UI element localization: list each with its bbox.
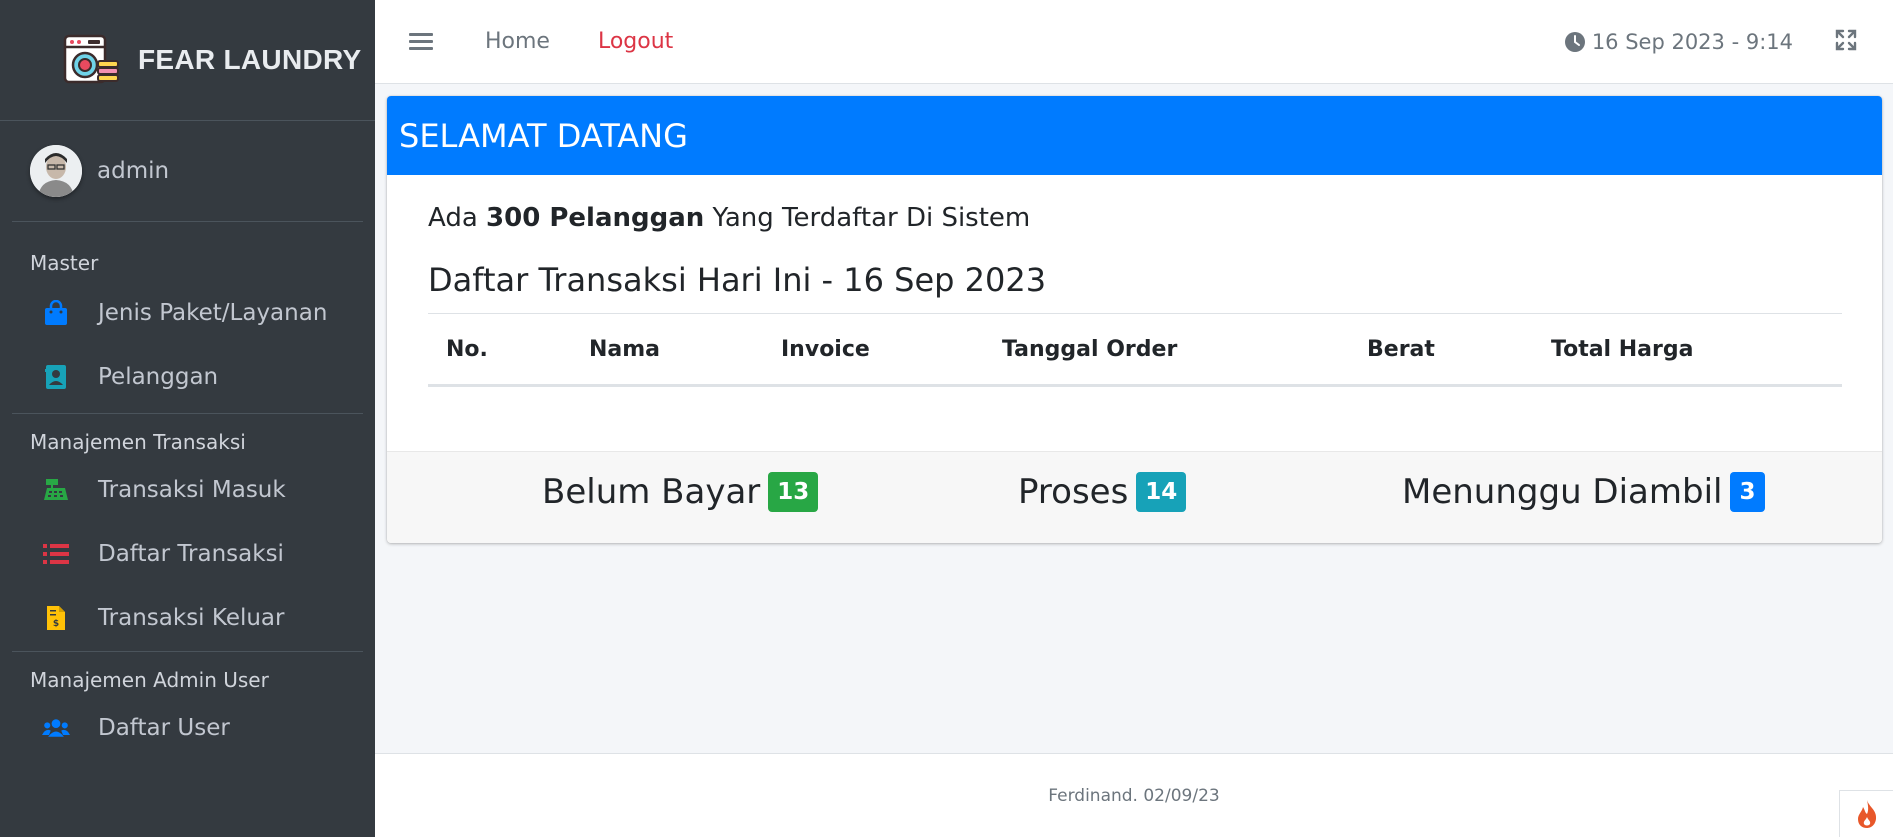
- col-header-no[interactable]: No.: [428, 313, 571, 387]
- card-body: Ada 300 Pelanggan Yang Terdaftar Di Sist…: [387, 175, 1882, 451]
- sidebar-item-label: Jenis Paket/Layanan: [98, 300, 328, 326]
- sidebar-item-label: Transaksi Keluar: [98, 605, 285, 631]
- nav-header-admin: Manajemen Admin User: [30, 668, 269, 692]
- top-navbar: Home Logout 16 Sep 2023 - 9:14: [375, 0, 1893, 84]
- users-icon: [42, 714, 70, 742]
- sidebar-item-transaksi-keluar[interactable]: $ Transaksi Keluar: [0, 586, 375, 650]
- clock-icon: [1564, 31, 1585, 52]
- fullscreen-icon[interactable]: [1835, 29, 1857, 55]
- lead-prefix: Ada: [428, 203, 487, 233]
- stat-proses: Proses 14: [1018, 472, 1187, 512]
- col-header-total-harga[interactable]: Total Harga: [1533, 313, 1842, 387]
- nav-logout-link[interactable]: Logout: [598, 29, 673, 54]
- card-header-title: SELAMAT DATANG: [387, 96, 1882, 175]
- sidebar-item-jenis-paket[interactable]: Jenis Paket/Layanan: [0, 281, 375, 345]
- sidebar-item-transaksi-masuk[interactable]: Transaksi Masuk: [0, 458, 375, 522]
- status-badge: 3: [1730, 472, 1765, 512]
- stat-menunggu-diambil: Menunggu Diambil 3: [1402, 472, 1765, 512]
- stat-label: Belum Bayar: [542, 472, 761, 512]
- shopping-bag-icon: [42, 299, 70, 327]
- stat-label: Proses: [1018, 472, 1129, 512]
- list-icon: [42, 540, 70, 568]
- sidebar: FEAR LAUNDRY admin Master Jenis Paket/La…: [0, 0, 375, 837]
- transactions-table: No. Nama Invoice Tanggal Order Berat Tot…: [428, 313, 1842, 387]
- nav-home-link[interactable]: Home: [485, 29, 550, 54]
- sidebar-item-label: Transaksi Masuk: [98, 477, 286, 503]
- invoice-dollar-icon: $: [42, 604, 70, 632]
- sidebar-item-label: Pelanggan: [98, 364, 219, 390]
- table-header-row: No. Nama Invoice Tanggal Order Berat Tot…: [428, 313, 1842, 387]
- nav-header-transaksi: Manajemen Transaksi: [30, 430, 246, 454]
- brand-name: FEAR LAUNDRY: [138, 44, 362, 75]
- sidebar-item-daftar-user[interactable]: Daftar User: [0, 696, 375, 760]
- brand-link[interactable]: FEAR LAUNDRY: [0, 0, 375, 121]
- cash-register-icon: [42, 476, 70, 504]
- page-footer: Ferdinand. 02/09/23: [375, 753, 1893, 837]
- sidebar-item-label: Daftar User: [98, 715, 230, 741]
- user-panel[interactable]: admin: [12, 121, 363, 222]
- nav-header-master: Master: [30, 251, 99, 275]
- customer-count-text: Ada 300 Pelanggan Yang Terdaftar Di Sist…: [428, 203, 1841, 243]
- lead-suffix: Yang Terdaftar Di Sistem: [704, 203, 1031, 233]
- status-badge: 13: [768, 472, 819, 512]
- avatar: [30, 145, 82, 197]
- status-badge: 14: [1136, 472, 1187, 512]
- stat-belum-bayar: Belum Bayar 13: [542, 472, 819, 512]
- card-footer-stats: Belum Bayar 13 Proses 14 Menunggu Diambi…: [387, 451, 1882, 543]
- today-transactions-title: Daftar Transaksi Hari Ini - 16 Sep 2023: [428, 261, 1047, 299]
- sidebar-item-daftar-transaksi[interactable]: Daftar Transaksi: [0, 522, 375, 586]
- col-header-invoice[interactable]: Invoice: [763, 313, 984, 387]
- col-header-berat[interactable]: Berat: [1349, 313, 1533, 387]
- user-name[interactable]: admin: [97, 158, 169, 184]
- menu-toggle-icon[interactable]: [409, 29, 433, 54]
- footer-text: Ferdinand. 02/09/23: [1048, 785, 1220, 806]
- svg-text:$: $: [53, 619, 59, 629]
- fire-icon[interactable]: [1839, 790, 1893, 837]
- customer-count: 300 Pelanggan: [486, 203, 705, 233]
- col-header-nama[interactable]: Nama: [571, 313, 763, 387]
- stat-label: Menunggu Diambil: [1402, 472, 1723, 512]
- washing-machine-icon: [60, 32, 122, 88]
- datetime-display: 16 Sep 2023 - 9:14: [1564, 30, 1793, 54]
- datetime-text: 16 Sep 2023 - 9:14: [1591, 29, 1793, 54]
- address-book-icon: [42, 363, 70, 391]
- sidebar-item-pelanggan[interactable]: Pelanggan: [0, 345, 375, 409]
- welcome-card: SELAMAT DATANG Ada 300 Pelanggan Yang Te…: [387, 96, 1882, 543]
- col-header-tanggal-order[interactable]: Tanggal Order: [984, 313, 1349, 387]
- sidebar-item-label: Daftar Transaksi: [98, 541, 284, 567]
